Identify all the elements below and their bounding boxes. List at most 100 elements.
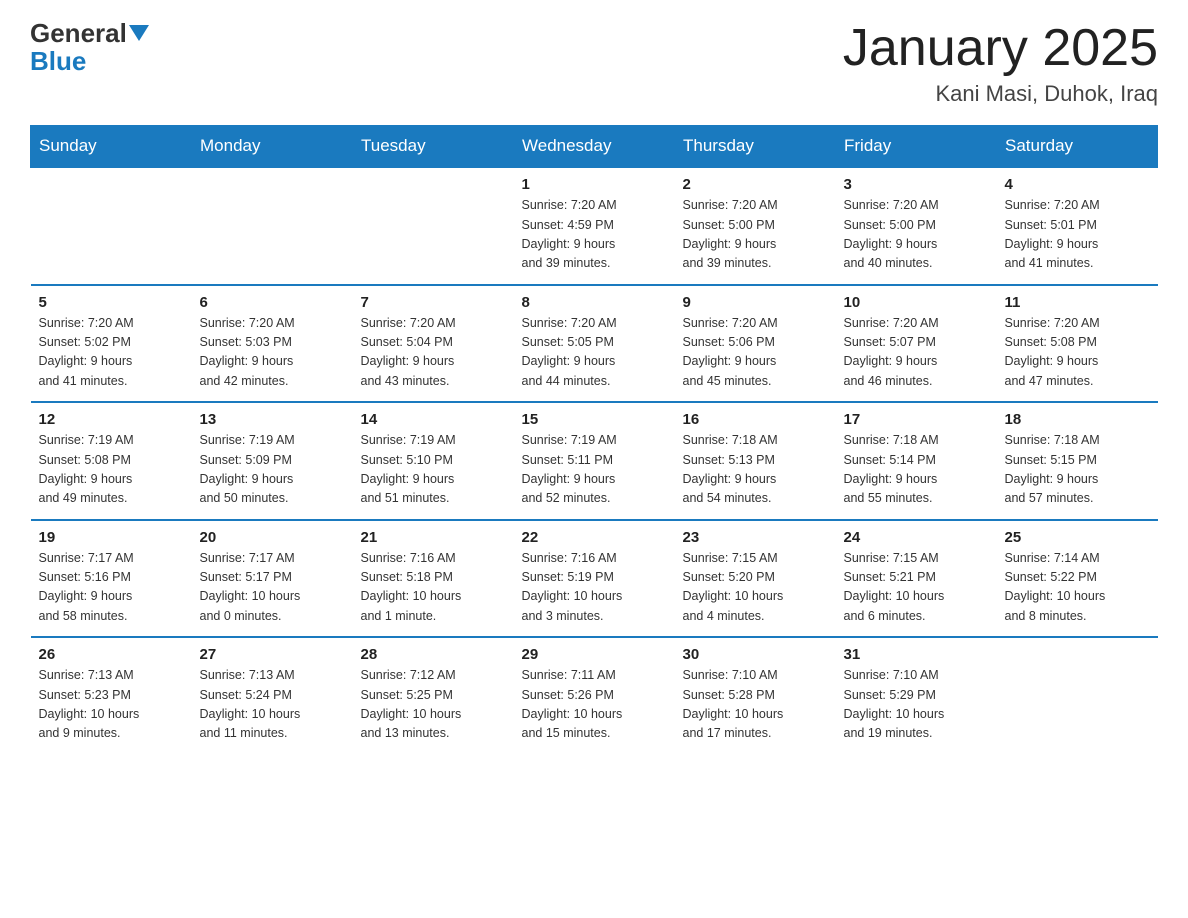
day-info: Sunrise: 7:20 AMSunset: 5:02 PMDaylight:… xyxy=(39,314,184,392)
logo: General Blue xyxy=(30,20,151,77)
day-number: 23 xyxy=(683,529,828,546)
calendar-cell: 21 Sunrise: 7:16 AMSunset: 5:18 PMDayligh… xyxy=(353,520,514,638)
day-number: 29 xyxy=(522,646,667,663)
day-info: Sunrise: 7:12 AMSunset: 5:25 PMDaylight:… xyxy=(361,666,506,744)
calendar-cell: 19 Sunrise: 7:17 AMSunset: 5:16 PMDayligh… xyxy=(31,520,192,638)
calendar-cell: 27 Sunrise: 7:13 AMSunset: 5:24 PMDayligh… xyxy=(192,637,353,754)
week-row-1: 1 Sunrise: 7:20 AMSunset: 4:59 PMDaylight… xyxy=(31,167,1158,285)
day-info: Sunrise: 7:10 AMSunset: 5:28 PMDaylight:… xyxy=(683,666,828,744)
calendar-cell: 14 Sunrise: 7:19 AMSunset: 5:10 PMDayligh… xyxy=(353,402,514,520)
week-row-3: 12 Sunrise: 7:19 AMSunset: 5:08 PMDayligh… xyxy=(31,402,1158,520)
day-header-tuesday: Tuesday xyxy=(353,126,514,168)
day-number: 11 xyxy=(1005,294,1150,311)
day-number: 6 xyxy=(200,294,345,311)
calendar-cell: 31 Sunrise: 7:10 AMSunset: 5:29 PMDayligh… xyxy=(836,637,997,754)
day-info: Sunrise: 7:18 AMSunset: 5:13 PMDaylight:… xyxy=(683,431,828,509)
calendar-cell: 17Sunrise: 7:18 AMSunset: 5:14 PMDayligh… xyxy=(836,402,997,520)
calendar-cell: 20 Sunrise: 7:17 AMSunset: 5:17 PMDayligh… xyxy=(192,520,353,638)
calendar-cell: 11 Sunrise: 7:20 AMSunset: 5:08 PMDayligh… xyxy=(997,285,1158,403)
day-info: Sunrise: 7:17 AMSunset: 5:17 PMDaylight:… xyxy=(200,549,345,627)
calendar-cell: 7Sunrise: 7:20 AMSunset: 5:04 PMDaylight… xyxy=(353,285,514,403)
day-info: Sunrise: 7:14 AMSunset: 5:22 PMDaylight:… xyxy=(1005,549,1150,627)
days-of-week-row: SundayMondayTuesdayWednesdayThursdayFrid… xyxy=(31,126,1158,168)
logo-triangle-icon xyxy=(129,25,149,41)
day-info: Sunrise: 7:13 AMSunset: 5:24 PMDaylight:… xyxy=(200,666,345,744)
calendar-cell: 26Sunrise: 7:13 AMSunset: 5:23 PMDayligh… xyxy=(31,637,192,754)
day-info: Sunrise: 7:18 AMSunset: 5:15 PMDaylight:… xyxy=(1005,431,1150,509)
day-header-friday: Friday xyxy=(836,126,997,168)
day-number: 12 xyxy=(39,411,184,428)
calendar-subtitle: Kani Masi, Duhok, Iraq xyxy=(843,81,1158,107)
day-number: 2 xyxy=(683,176,828,193)
logo-general-text: General xyxy=(30,20,127,46)
day-info: Sunrise: 7:20 AMSunset: 5:05 PMDaylight:… xyxy=(522,314,667,392)
day-info: Sunrise: 7:20 AMSunset: 5:03 PMDaylight:… xyxy=(200,314,345,392)
page-header: General Blue January 2025 Kani Masi, Duh… xyxy=(30,20,1158,107)
calendar-cell: 10Sunrise: 7:20 AMSunset: 5:07 PMDayligh… xyxy=(836,285,997,403)
day-info: Sunrise: 7:20 AMSunset: 5:07 PMDaylight:… xyxy=(844,314,989,392)
title-block: January 2025 Kani Masi, Duhok, Iraq xyxy=(843,20,1158,107)
calendar-cell xyxy=(997,637,1158,754)
day-info: Sunrise: 7:13 AMSunset: 5:23 PMDaylight:… xyxy=(39,666,184,744)
calendar-body: 1 Sunrise: 7:20 AMSunset: 4:59 PMDaylight… xyxy=(31,167,1158,754)
day-number: 28 xyxy=(361,646,506,663)
day-info: Sunrise: 7:17 AMSunset: 5:16 PMDaylight:… xyxy=(39,549,184,627)
day-info: Sunrise: 7:10 AMSunset: 5:29 PMDaylight:… xyxy=(844,666,989,744)
day-info: Sunrise: 7:16 AMSunset: 5:19 PMDaylight:… xyxy=(522,549,667,627)
calendar-cell: 6 Sunrise: 7:20 AMSunset: 5:03 PMDaylight… xyxy=(192,285,353,403)
calendar-cell: 16 Sunrise: 7:18 AMSunset: 5:13 PMDayligh… xyxy=(675,402,836,520)
day-number: 3 xyxy=(844,176,989,193)
calendar-title: January 2025 xyxy=(843,20,1158,77)
day-info: Sunrise: 7:15 AMSunset: 5:20 PMDaylight:… xyxy=(683,549,828,627)
calendar-cell: 3Sunrise: 7:20 AMSunset: 5:00 PMDaylight… xyxy=(836,167,997,285)
day-info: Sunrise: 7:20 AMSunset: 4:59 PMDaylight:… xyxy=(522,196,667,274)
day-number: 30 xyxy=(683,646,828,663)
calendar-cell: 9Sunrise: 7:20 AMSunset: 5:06 PMDaylight… xyxy=(675,285,836,403)
day-info: Sunrise: 7:19 AMSunset: 5:08 PMDaylight:… xyxy=(39,431,184,509)
day-header-thursday: Thursday xyxy=(675,126,836,168)
day-header-saturday: Saturday xyxy=(997,126,1158,168)
day-number: 19 xyxy=(39,529,184,546)
calendar-cell: 1 Sunrise: 7:20 AMSunset: 4:59 PMDaylight… xyxy=(514,167,675,285)
day-header-monday: Monday xyxy=(192,126,353,168)
day-number: 14 xyxy=(361,411,506,428)
day-number: 20 xyxy=(200,529,345,546)
week-row-2: 5 Sunrise: 7:20 AMSunset: 5:02 PMDaylight… xyxy=(31,285,1158,403)
calendar-cell: 24 Sunrise: 7:15 AMSunset: 5:21 PMDayligh… xyxy=(836,520,997,638)
day-number: 9 xyxy=(683,294,828,311)
day-number: 4 xyxy=(1005,176,1150,193)
calendar-cell xyxy=(353,167,514,285)
day-number: 21 xyxy=(361,529,506,546)
calendar-cell: 23 Sunrise: 7:15 AMSunset: 5:20 PMDayligh… xyxy=(675,520,836,638)
day-header-wednesday: Wednesday xyxy=(514,126,675,168)
day-info: Sunrise: 7:20 AMSunset: 5:01 PMDaylight:… xyxy=(1005,196,1150,274)
calendar-cell: 28 Sunrise: 7:12 AMSunset: 5:25 PMDayligh… xyxy=(353,637,514,754)
day-info: Sunrise: 7:18 AMSunset: 5:14 PMDaylight:… xyxy=(844,431,989,509)
day-number: 5 xyxy=(39,294,184,311)
calendar-cell: 5 Sunrise: 7:20 AMSunset: 5:02 PMDaylight… xyxy=(31,285,192,403)
day-info: Sunrise: 7:20 AMSunset: 5:00 PMDaylight:… xyxy=(683,196,828,274)
logo-blue-text: Blue xyxy=(30,46,86,77)
calendar-cell xyxy=(31,167,192,285)
day-info: Sunrise: 7:20 AMSunset: 5:08 PMDaylight:… xyxy=(1005,314,1150,392)
calendar-cell: 30 Sunrise: 7:10 AMSunset: 5:28 PMDayligh… xyxy=(675,637,836,754)
day-info: Sunrise: 7:16 AMSunset: 5:18 PMDaylight:… xyxy=(361,549,506,627)
day-info: Sunrise: 7:11 AMSunset: 5:26 PMDaylight:… xyxy=(522,666,667,744)
calendar-cell: 4 Sunrise: 7:20 AMSunset: 5:01 PMDaylight… xyxy=(997,167,1158,285)
day-number: 31 xyxy=(844,646,989,663)
day-number: 24 xyxy=(844,529,989,546)
day-info: Sunrise: 7:19 AMSunset: 5:10 PMDaylight:… xyxy=(361,431,506,509)
calendar-cell: 12 Sunrise: 7:19 AMSunset: 5:08 PMDayligh… xyxy=(31,402,192,520)
day-number: 22 xyxy=(522,529,667,546)
day-number: 7 xyxy=(361,294,506,311)
day-header-sunday: Sunday xyxy=(31,126,192,168)
calendar-cell: 2 Sunrise: 7:20 AMSunset: 5:00 PMDaylight… xyxy=(675,167,836,285)
day-number: 13 xyxy=(200,411,345,428)
calendar-header: SundayMondayTuesdayWednesdayThursdayFrid… xyxy=(31,126,1158,168)
calendar-table: SundayMondayTuesdayWednesdayThursdayFrid… xyxy=(30,125,1158,754)
day-number: 16 xyxy=(683,411,828,428)
day-number: 1 xyxy=(522,176,667,193)
week-row-4: 19 Sunrise: 7:17 AMSunset: 5:16 PMDayligh… xyxy=(31,520,1158,638)
day-info: Sunrise: 7:15 AMSunset: 5:21 PMDaylight:… xyxy=(844,549,989,627)
day-number: 27 xyxy=(200,646,345,663)
